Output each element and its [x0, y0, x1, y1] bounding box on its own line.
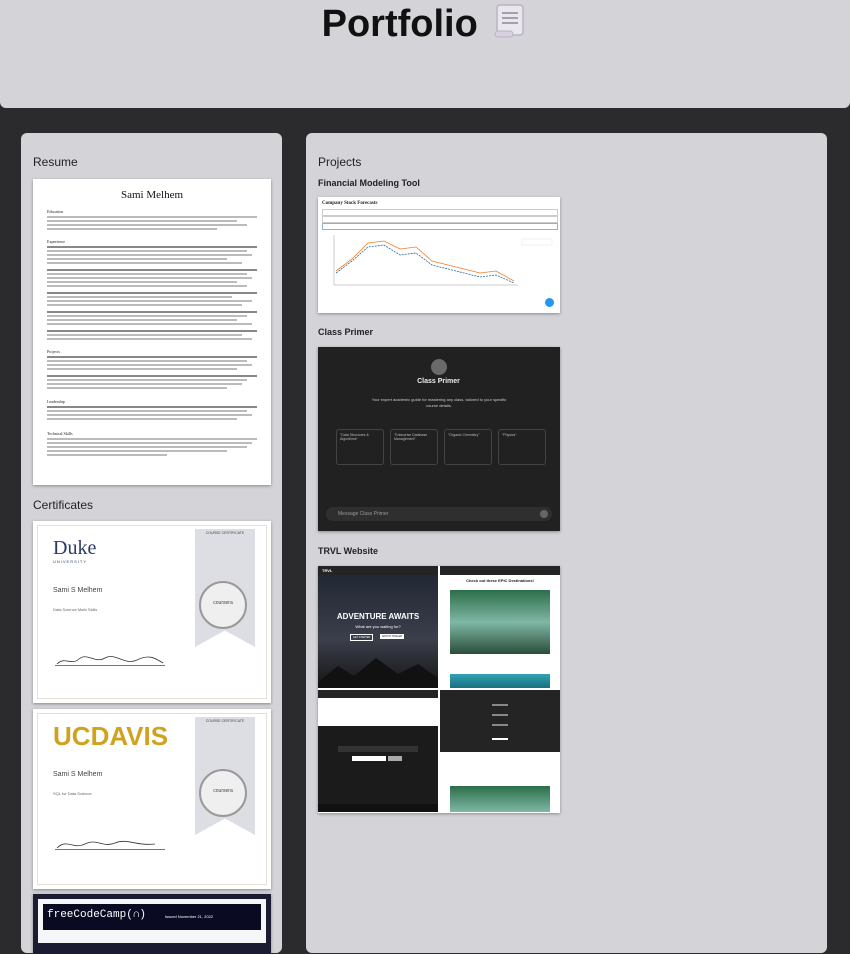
certificate-name: Sami S Melhem: [53, 587, 103, 594]
resume-name: Sami Melhem: [120, 189, 184, 201]
code-icon[interactable]: [545, 298, 554, 307]
class-primer-message-input[interactable]: Message Class Primer: [326, 507, 552, 521]
project-title-trvl: TRVL Website: [318, 546, 379, 556]
project-title-class-primer: Class Primer: [318, 327, 374, 337]
resume-section: Experience: [47, 239, 65, 244]
projects-panel: Projects Financial Modeling Tool Company…: [306, 133, 827, 953]
page-title: Portfolio: [0, 0, 850, 51]
freecodecamp-logo: freeCodeCamp(∩): [47, 909, 147, 921]
send-icon[interactable]: [540, 510, 548, 518]
certificate-duke[interactable]: Duke UNIVERSITY COURSE CERTIFICATE cours…: [33, 521, 271, 703]
project-thumbnail-trvl[interactable]: TRVL ADVENTURE AWAITS What are you waiti…: [318, 566, 560, 813]
resume-heading: Resume: [33, 155, 78, 169]
page-header: Portfolio: [0, 0, 850, 108]
resume-thumbnail[interactable]: Sami Melhem Education Experience Project…: [33, 179, 271, 485]
certificate-date: Issued November 21, 2022: [165, 914, 214, 919]
scroll-icon: [494, 1, 528, 51]
certificate-ucdavis[interactable]: UCDAVIS COURSE CERTIFICATE coursera Sami…: [33, 709, 271, 889]
signature: [55, 653, 165, 666]
resume-section: Education: [47, 209, 64, 214]
ucdavis-logo: UCDAVIS: [53, 721, 169, 751]
project-thumbnail-class-primer[interactable]: Class Primer Your expert academic guide …: [318, 347, 560, 531]
resume-section: Leadership: [47, 399, 65, 404]
duke-logo: Duke: [53, 537, 97, 559]
certificate-course: SQL for Data Science: [53, 791, 92, 796]
project-title-financial: Financial Modeling Tool: [318, 178, 420, 188]
forecast-chart: [333, 235, 553, 286]
certificates-heading: Certificates: [33, 498, 94, 512]
certificate-course: Data Science Math Skills: [53, 607, 98, 612]
certificate-name: Sami S Melhem: [53, 771, 103, 778]
class-primer-avatar: [431, 359, 447, 375]
certificate-freecodecamp[interactable]: freeCodeCamp(∩) Issued November 21, 2022: [33, 894, 271, 954]
project-thumbnail-financial[interactable]: Company Stock Forecasts: [318, 197, 560, 313]
resume-certificates-panel: Resume Sami Melhem Education Experience …: [21, 133, 282, 954]
resume-section: Projects: [47, 349, 60, 354]
resume-section: Technical Skills: [47, 431, 73, 436]
signature: [55, 837, 165, 850]
projects-heading: Projects: [318, 155, 362, 169]
